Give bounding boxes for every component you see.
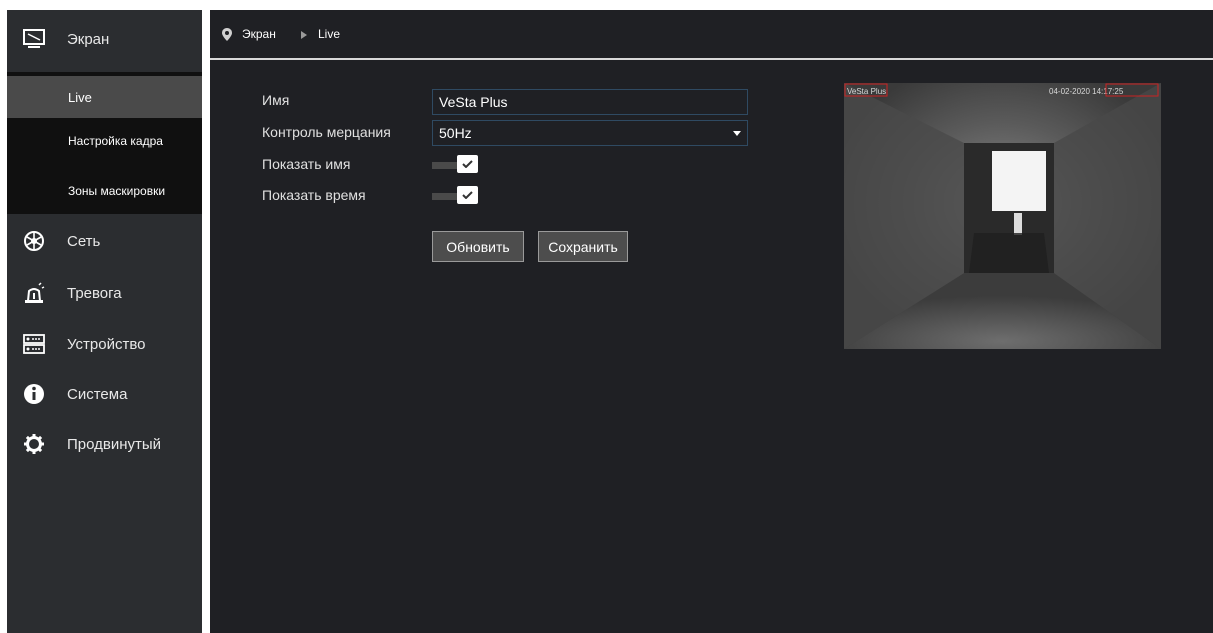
checkmark-icon: [462, 160, 473, 168]
submenu-label: Зоны маскировки: [68, 184, 166, 198]
flicker-control-value: 50Hz: [439, 125, 472, 141]
submenu-item-live[interactable]: Live: [7, 76, 202, 118]
monitor-icon: [23, 29, 45, 48]
submenu: Live Настройка кадра Зоны маскировки: [7, 72, 202, 214]
flicker-control-select[interactable]: 50Hz: [432, 120, 748, 146]
nav-label: Сеть: [67, 232, 101, 250]
show-name-label: Показать имя: [262, 156, 351, 172]
nav-item-network[interactable]: Сеть: [7, 216, 202, 266]
name-label: Имя: [262, 92, 290, 108]
breadcrumb-section[interactable]: Экран: [242, 10, 276, 58]
submenu-label: Live: [68, 89, 92, 105]
breadcrumb: Экран Live: [210, 10, 1213, 60]
show-time-label: Показать время: [262, 187, 366, 203]
submenu-label: Настройка кадра: [68, 134, 163, 148]
show-name-toggle[interactable]: [432, 155, 486, 175]
nav-label: Тревога: [67, 284, 122, 302]
toggle-checkbox: [457, 186, 478, 204]
network-icon: [24, 231, 44, 251]
chevron-right-icon: [301, 31, 307, 39]
preview-time-overlay: 04-02-2020 14:17:25: [1049, 87, 1124, 96]
chevron-down-icon: [733, 131, 741, 136]
main-panel: Экран Live Имя VeSta Plus Контроль мерца…: [210, 10, 1213, 633]
name-input[interactable]: VeSta Plus: [432, 89, 748, 115]
alarm-icon: [25, 282, 45, 303]
nav-item-advanced[interactable]: Продвинутый: [7, 419, 202, 469]
flicker-control-label: Контроль мерцания: [262, 124, 391, 140]
nav-item-system[interactable]: Система: [7, 369, 202, 419]
nav-item-device[interactable]: Устройство: [7, 319, 202, 369]
gear-icon: [24, 434, 44, 454]
refresh-button[interactable]: Обновить: [432, 231, 524, 262]
info-icon: [24, 384, 44, 404]
live-preview[interactable]: VeSta Plus 04-02-2020 14:17:25: [844, 83, 1161, 349]
breadcrumb-page: Live: [318, 27, 341, 41]
checkmark-icon: [462, 191, 473, 199]
sidebar: Экран Live Настройка кадра Зоны маскиров…: [7, 10, 202, 633]
nav-label: Система: [67, 385, 128, 403]
location-pin-icon: [222, 28, 232, 41]
submenu-item-frame-settings[interactable]: Настройка кадра: [7, 120, 202, 162]
nav-label: Экран: [67, 30, 110, 48]
save-button[interactable]: Сохранить: [538, 231, 628, 262]
show-time-toggle[interactable]: [432, 186, 486, 206]
nav-label: Продвинутый: [67, 435, 162, 453]
toggle-checkbox: [457, 155, 478, 173]
preview-name-overlay: VeSta Plus: [847, 87, 886, 96]
nav-item-alarm[interactable]: Тревога: [7, 268, 202, 318]
device-icon: [23, 334, 45, 354]
submenu-item-privacy-masks[interactable]: Зоны маскировки: [7, 170, 202, 212]
nav-item-screen[interactable]: Экран: [7, 14, 202, 64]
nav-label: Устройство: [67, 335, 146, 353]
camera-feed-image: VeSta Plus 04-02-2020 14:17:25: [844, 83, 1161, 349]
